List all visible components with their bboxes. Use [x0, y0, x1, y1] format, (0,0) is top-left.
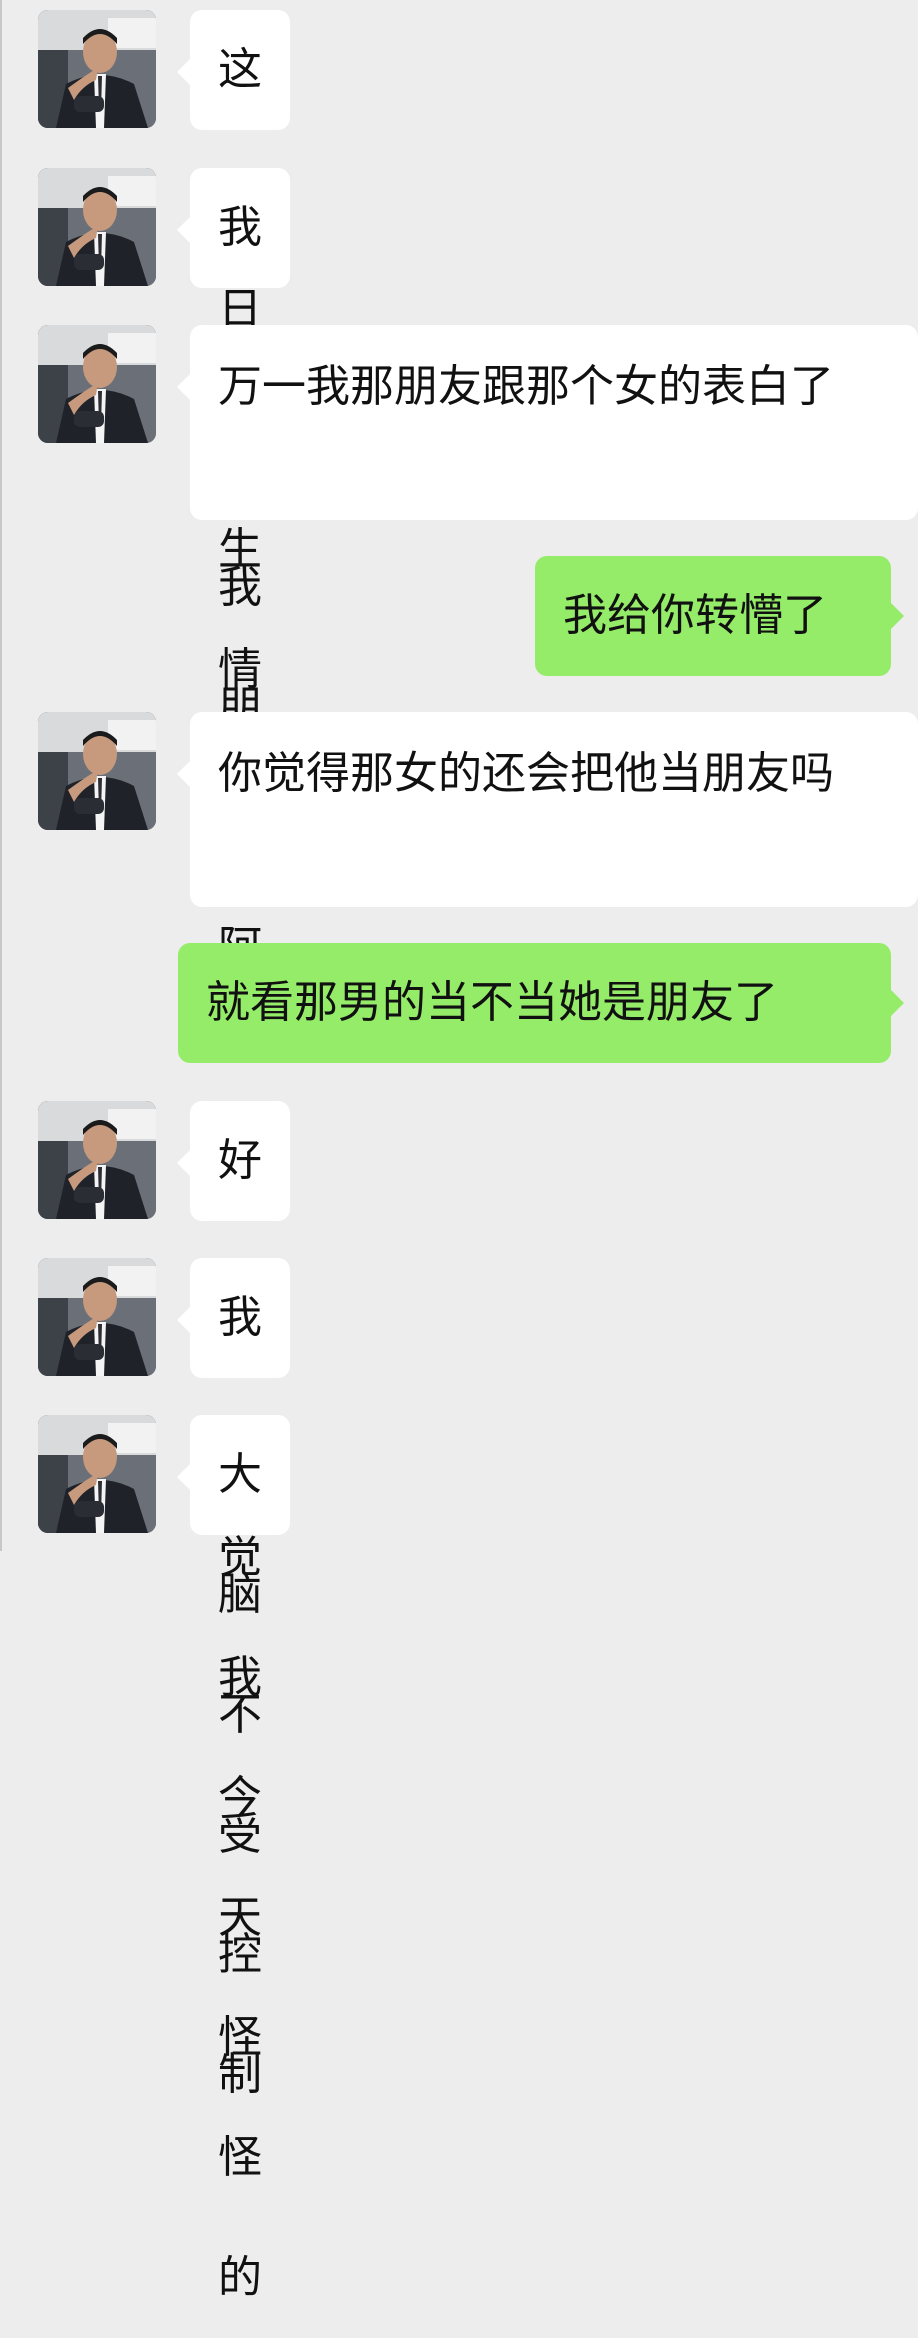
bubble-tail: [177, 760, 191, 788]
contact-avatar[interactable]: [38, 10, 156, 128]
message-bubble-incoming[interactable]: 我是说我朋友阿: [177, 168, 290, 973]
bubble-tail: [890, 602, 904, 630]
contact-avatar[interactable]: [38, 1101, 156, 1219]
contact-avatar[interactable]: [38, 325, 156, 443]
bubble-tail: [177, 216, 191, 244]
message-text: 万一我那朋友跟那个女的表白了: [218, 361, 834, 412]
contact-avatar[interactable]: [38, 1258, 156, 1376]
message-bubble-incoming[interactable]: 大脑不受控制: [177, 1415, 290, 2100]
message-text: 你觉得那女的还会把他当朋友吗: [218, 748, 834, 799]
message-bubble-outgoing[interactable]: 我给你转懵了: [535, 556, 904, 676]
message-bubble-incoming[interactable]: 你觉得那女的还会把他当朋友吗: [177, 712, 918, 907]
message-bubble-incoming[interactable]: 好吧: [177, 1101, 290, 1306]
bubble-tail: [177, 373, 191, 401]
chat-left-edge: [0, 0, 2, 1551]
bubble-tail: [177, 1306, 191, 1334]
message-bubble-incoming[interactable]: 这是日久生情: [177, 10, 290, 695]
message-text: 我给你转懵了: [563, 590, 827, 641]
message-bubble-outgoing[interactable]: 就看那男的当不当她是朋友了: [178, 943, 904, 1063]
bubble-tail: [890, 989, 904, 1017]
bubble-tail: [177, 58, 191, 86]
contact-avatar[interactable]: [38, 168, 156, 286]
message-bubble-incoming[interactable]: 我感觉我今天怪怪的: [177, 1258, 290, 2303]
contact-avatar[interactable]: [38, 712, 156, 830]
message-text: 就看那男的当不当她是朋友了: [206, 977, 778, 1028]
contact-avatar[interactable]: [38, 1415, 156, 1533]
bubble-tail: [177, 1463, 191, 1491]
bubble-tail: [177, 1149, 191, 1177]
message-bubble-incoming[interactable]: 万一我那朋友跟那个女的表白了: [177, 325, 918, 520]
